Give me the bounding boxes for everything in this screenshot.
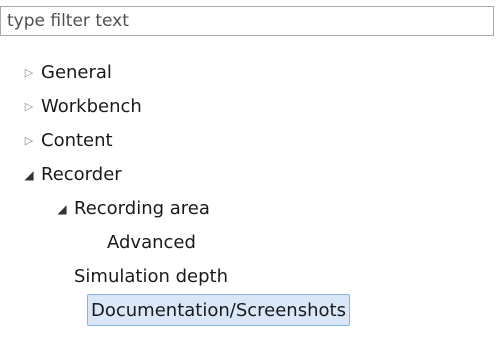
- chevron-right-outline-icon[interactable]: ▷: [22, 56, 36, 90]
- preferences-tree: ▷ General ▷ Workbench ▷ Content ◢ Record…: [0, 56, 501, 328]
- tree-item-label: Recorder: [41, 164, 122, 185]
- preferences-tree-panel: ▷ General ▷ Workbench ▷ Content ◢ Record…: [0, 0, 501, 340]
- tree-item-recorder[interactable]: ◢ Recorder: [0, 158, 501, 192]
- tree-item-label: Content: [41, 130, 113, 151]
- tree-item-label: Advanced: [107, 232, 196, 253]
- tree-item-content[interactable]: ▷ Content: [0, 124, 501, 158]
- filter-input[interactable]: [0, 6, 494, 36]
- tree-item-advanced[interactable]: Advanced: [0, 226, 501, 260]
- tree-item-recording-area[interactable]: ◢ Recording area: [0, 192, 501, 226]
- chevron-right-outline-icon[interactable]: ▷: [22, 90, 36, 124]
- tree-item-simulation-depth[interactable]: Simulation depth: [0, 260, 501, 294]
- tree-item-label: General: [41, 62, 112, 83]
- tree-item-workbench[interactable]: ▷ Workbench: [0, 90, 501, 124]
- tree-item-documentation-screenshots[interactable]: Documentation/Screenshots: [0, 294, 501, 328]
- tree-item-label: Simulation depth: [74, 266, 228, 287]
- triangle-down-filled-icon[interactable]: ◢: [22, 158, 36, 192]
- tree-item-general[interactable]: ▷ General: [0, 56, 501, 90]
- tree-item-label: Workbench: [41, 96, 142, 117]
- triangle-down-filled-icon[interactable]: ◢: [55, 192, 69, 226]
- tree-item-label: Documentation/Screenshots: [87, 294, 350, 326]
- chevron-right-outline-icon[interactable]: ▷: [22, 124, 36, 158]
- tree-item-label: Recording area: [74, 198, 210, 219]
